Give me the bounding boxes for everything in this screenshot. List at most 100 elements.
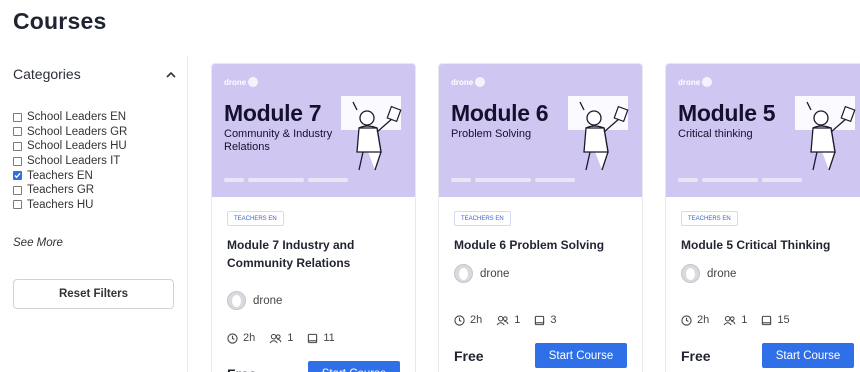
checkbox[interactable] [13,185,22,195]
category-tag[interactable]: TEACHERS EN [681,211,738,226]
category-tag[interactable]: TEACHERS EN [227,211,284,226]
thumbnail-footer [678,178,848,184]
checkbox[interactable] [13,141,22,151]
course-card[interactable]: drone Module 5 Critical thinking TEACHER… [665,63,860,372]
course-meta: 2h 1 15 [681,314,790,326]
brand-logo: drone [224,77,259,87]
lessons: 11 [307,332,335,344]
avatar [227,291,246,310]
course-thumbnail[interactable]: drone Module 7 Community & Industry Rela… [212,64,415,197]
checkbox[interactable] [13,156,22,166]
duration-value: 2h [697,314,710,326]
author-name: drone [253,294,283,307]
duration: 2h [227,332,255,344]
filter-label: School Leaders HU [27,140,127,153]
lessons-count: 3 [550,314,557,326]
students-count: 1 [514,314,521,326]
students: 1 [496,314,520,326]
thumbnail-subtitle: Community & Industry Relations [224,128,333,153]
course-title[interactable]: Module 7 Industry and Community Relation… [227,236,412,272]
course-card[interactable]: drone Module 6 Problem Solving TEACHERS … [438,63,643,372]
course-card[interactable]: drone Module 7 Community & Industry Rela… [211,63,416,372]
page-title: Courses [13,8,107,34]
author-name: drone [480,267,510,280]
duration-value: 2h [470,314,483,326]
checkbox[interactable] [13,127,22,137]
thumbnail-subtitle: Critical thinking [678,128,753,140]
filter-option[interactable]: School Leaders HU [13,139,127,154]
chevron-up-icon[interactable] [164,67,178,81]
course-thumbnail[interactable]: drone Module 5 Critical thinking [666,64,860,197]
checkbox[interactable] [13,200,22,210]
author-name: drone [707,267,737,280]
clock-icon [454,314,465,326]
category-filter-list: School Leaders EN School Leaders GR Scho… [13,110,127,212]
users-icon [723,315,736,325]
clock-icon [681,314,692,326]
filter-option[interactable]: School Leaders EN [13,110,127,125]
filter-label: Teachers HU [27,198,94,211]
person-illustration-icon [795,96,856,171]
course-price: Free [454,348,484,364]
filter-option[interactable]: Teachers HU [13,198,127,213]
book-icon [308,333,318,343]
filter-option[interactable]: School Leaders IT [13,154,127,169]
students: 1 [723,314,747,326]
brand-logo: drone [678,77,713,87]
reset-filters-button[interactable]: Reset Filters [13,279,174,309]
avatar [454,264,473,283]
filter-option[interactable]: School Leaders GR [13,125,127,140]
thumbnail-module-title: Module 5 [678,100,776,126]
course-title[interactable]: Module 6 Problem Solving [454,236,639,254]
course-meta: 2h 1 11 [227,332,335,344]
duration: 2h [681,314,709,326]
start-course-button[interactable]: Start Course [308,361,400,372]
course-author[interactable]: drone [454,264,509,283]
book-icon [535,315,545,325]
course-thumbnail[interactable]: drone Module 6 Problem Solving [439,64,642,197]
person-illustration-icon [568,96,629,171]
brand-logo: drone [451,77,486,87]
book-icon [762,315,772,325]
category-tag[interactable]: TEACHERS EN [454,211,511,226]
course-price: Free [681,348,711,364]
thumbnail-footer [224,178,394,184]
users-icon [269,333,282,343]
course-author[interactable]: drone [681,264,736,283]
avatar [681,264,700,283]
duration-value: 2h [243,332,256,344]
categories-title: Categories [13,66,81,82]
lessons: 15 [761,314,790,326]
filter-label: Teachers GR [27,184,95,197]
thumbnail-module-title: Module 7 [224,100,322,126]
duration: 2h [454,314,482,326]
lessons-count: 11 [323,332,335,344]
thumbnail-subtitle: Problem Solving [451,128,532,140]
users-icon [496,315,509,325]
categories-header[interactable]: Categories [13,66,178,82]
clock-icon [227,332,238,344]
course-author[interactable]: drone [227,291,282,310]
course-price: Free [227,366,257,372]
students-count: 1 [741,314,748,326]
students: 1 [269,332,293,344]
lessons-count: 15 [777,314,790,326]
filter-label: Teachers EN [27,169,93,182]
thumbnail-module-title: Module 6 [451,100,549,126]
checkbox-checked[interactable] [13,171,22,181]
person-illustration-icon [341,96,402,171]
filter-option[interactable]: Teachers EN [13,168,127,183]
start-course-button[interactable]: Start Course [762,343,854,368]
see-more-link[interactable]: See More [13,237,63,249]
filter-label: School Leaders EN [27,111,127,124]
course-meta: 2h 1 3 [454,314,557,326]
filter-label: School Leaders IT [27,155,121,168]
filter-option[interactable]: Teachers GR [13,183,127,198]
thumbnail-footer [451,178,621,184]
students-count: 1 [287,332,294,344]
course-title[interactable]: Module 5 Critical Thinking [681,236,860,254]
checkbox[interactable] [13,112,22,122]
start-course-button[interactable]: Start Course [535,343,627,368]
filter-sidebar: Categories School Leaders EN School Lead… [0,56,188,372]
lessons: 3 [534,314,557,326]
